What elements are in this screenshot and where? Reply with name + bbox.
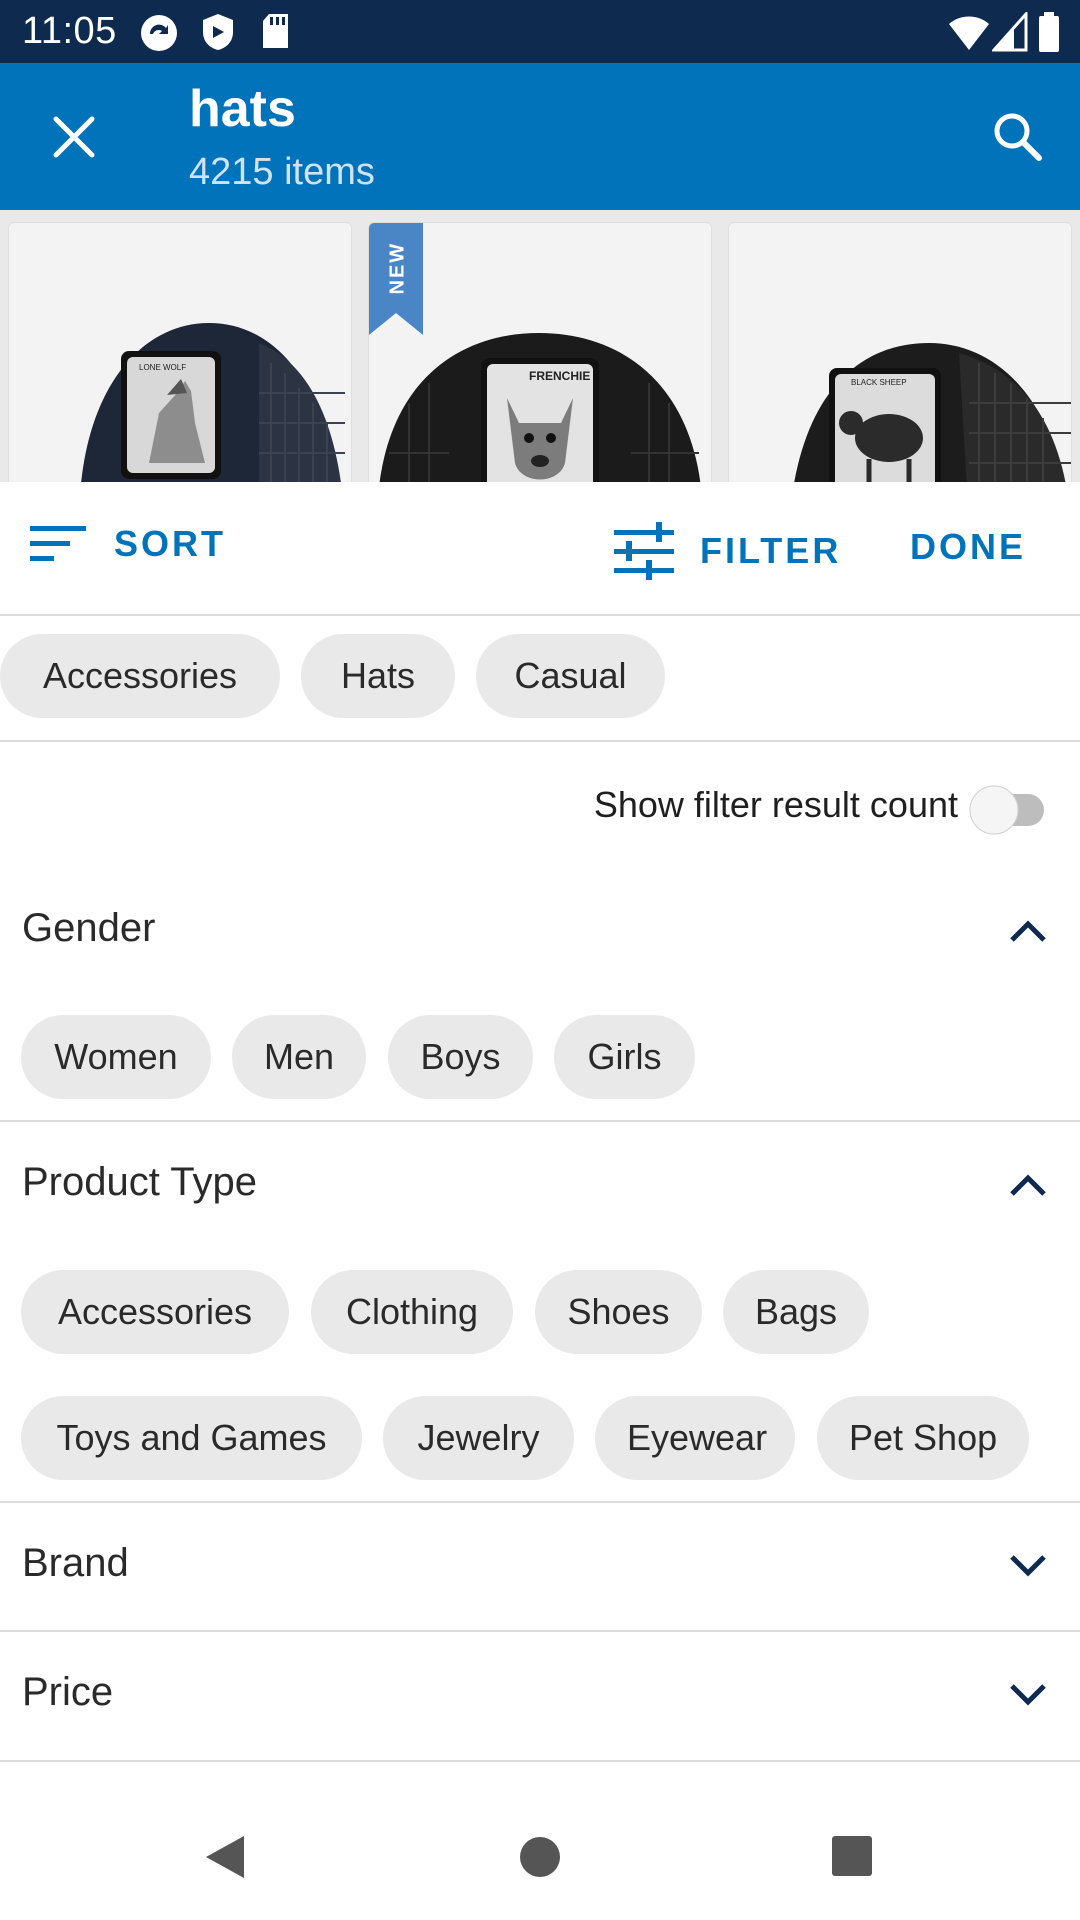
- sort-icon: [30, 526, 86, 561]
- product-type-title: Product Type: [22, 1160, 257, 1204]
- product-carousel[interactable]: LONE WOLF FRENCHIE NEW BLACK SHEEP: [0, 210, 1080, 482]
- gender-section-header[interactable]: Gender: [0, 876, 1080, 986]
- recents-icon[interactable]: [828, 1832, 876, 1880]
- patch-text: BLACK SHEEP: [851, 378, 907, 387]
- brand-section-header[interactable]: Brand: [0, 1511, 1080, 1621]
- filter-count-row: Show filter result count: [0, 742, 1080, 872]
- price-section-header[interactable]: Price: [0, 1640, 1080, 1750]
- applied-filter-chip[interactable]: Casual: [476, 634, 665, 718]
- search-icon[interactable]: [990, 109, 1044, 163]
- app-bar: hats 4215 items: [0, 63, 1080, 210]
- chevron-down-icon: [1010, 1555, 1046, 1577]
- chevron-up-icon: [1010, 920, 1046, 942]
- product-card[interactable]: FRENCHIE NEW: [368, 222, 712, 482]
- result-count: 4215 items: [189, 151, 375, 193]
- sort-label: SORT: [114, 523, 227, 564]
- brand-title: Brand: [22, 1541, 129, 1585]
- close-icon[interactable]: [48, 111, 100, 163]
- price-title: Price: [22, 1670, 114, 1714]
- sort-filter-toolbar: SORT FILTER DONE: [0, 482, 1080, 616]
- divider: [0, 1501, 1080, 1503]
- search-query-title: hats: [189, 80, 296, 138]
- status-time: 11:05: [22, 10, 117, 52]
- gender-option-chip[interactable]: Boys: [388, 1015, 533, 1099]
- status-bar: 11:05: [0, 0, 1080, 63]
- home-icon[interactable]: [515, 1832, 565, 1882]
- applied-filter-chip[interactable]: Hats: [301, 634, 455, 718]
- product-card[interactable]: BLACK SHEEP: [728, 222, 1072, 482]
- product-type-option-chip[interactable]: Shoes: [535, 1270, 702, 1354]
- done-button[interactable]: DONE: [910, 526, 1026, 568]
- product-card[interactable]: LONE WOLF: [8, 222, 352, 482]
- signal-icon: [992, 12, 1028, 52]
- applied-filters: Accessories Hats Casual: [0, 616, 1080, 742]
- patch-text: LONE WOLF: [139, 363, 187, 372]
- product-type-option-chip[interactable]: Toys and Games: [21, 1396, 362, 1480]
- new-badge: NEW: [386, 241, 409, 295]
- gender-option-chip[interactable]: Men: [232, 1015, 366, 1099]
- battery-icon: [1039, 12, 1059, 52]
- patch-text: FRENCHIE: [529, 369, 591, 383]
- product-type-section-header[interactable]: Product Type: [0, 1130, 1080, 1240]
- product-type-option-chip[interactable]: Bags: [723, 1270, 869, 1354]
- back-icon[interactable]: [200, 1832, 250, 1882]
- product-type-option-chip[interactable]: Pet Shop: [817, 1396, 1029, 1480]
- product-type-option-chip[interactable]: Accessories: [21, 1270, 289, 1354]
- filter-count-label: Show filter result count: [593, 784, 958, 825]
- filter-sliders-icon: [614, 522, 674, 580]
- product-type-option-chip[interactable]: Clothing: [311, 1270, 513, 1354]
- chevron-down-icon: [1010, 1684, 1046, 1706]
- sort-button[interactable]: SORT: [28, 522, 226, 566]
- chevron-up-icon: [1010, 1174, 1046, 1196]
- gender-title: Gender: [22, 906, 156, 950]
- product-image: [81, 323, 345, 482]
- product-type-option-chip[interactable]: Eyewear: [595, 1396, 795, 1480]
- gender-option-chip[interactable]: Women: [21, 1015, 211, 1099]
- product-type-option-chip[interactable]: Jewelry: [383, 1396, 574, 1480]
- applied-filter-chip[interactable]: Accessories: [0, 634, 280, 718]
- divider: [0, 1120, 1080, 1122]
- filter-label: FILTER: [700, 530, 842, 571]
- gender-option-chip[interactable]: Girls: [554, 1015, 695, 1099]
- divider: [0, 1630, 1080, 1632]
- filter-button[interactable]: FILTER: [612, 522, 841, 580]
- divider: [0, 1760, 1080, 1762]
- wifi-icon: [949, 16, 989, 50]
- shield-icon: [203, 14, 233, 50]
- sd-card-icon: [263, 14, 288, 48]
- sync-app-icon: [141, 15, 177, 51]
- product-image: [794, 343, 1071, 482]
- system-nav-bar: [0, 1790, 1080, 1920]
- done-label: DONE: [910, 526, 1027, 567]
- filter-count-toggle[interactable]: [968, 782, 1052, 838]
